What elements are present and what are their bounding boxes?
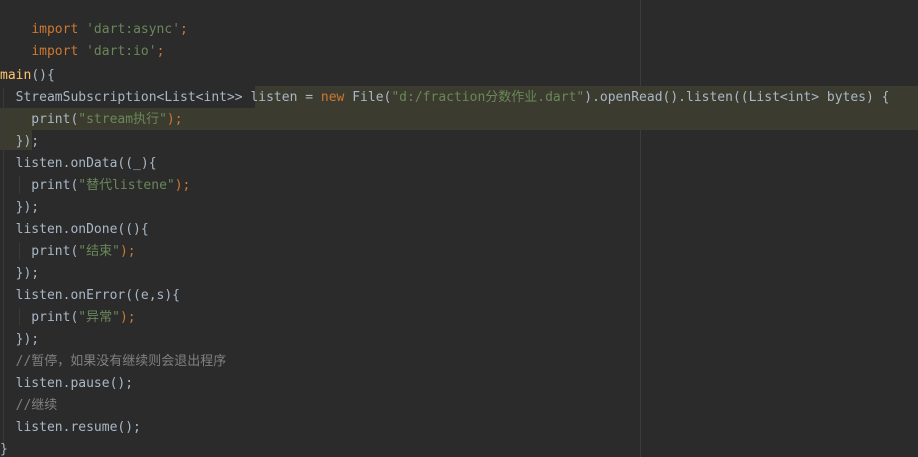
code-text: ); (174, 178, 191, 193)
string-literal: "异常" (78, 310, 120, 325)
code-text: }); (0, 332, 40, 347)
code-line-7[interactable]: }); (0, 132, 40, 154)
code-line-21[interactable]: } (0, 440, 8, 457)
code-line-19[interactable]: //继续 (0, 396, 58, 418)
string-literal: "stream执行" (78, 112, 167, 127)
code-line-2[interactable]: import 'dart:io'; (0, 22, 164, 59)
code-text: print( (0, 310, 79, 325)
function-name: main (0, 68, 32, 83)
keyword: import (31, 44, 79, 59)
code-text: }); (0, 134, 40, 149)
code-text: listen.onDone((){ (0, 222, 149, 237)
code-line-17[interactable]: //暂停，如果没有继续则会退出程序 (0, 352, 227, 374)
code-text: listen.resume(); (0, 420, 141, 435)
code-text: ); (166, 112, 183, 127)
code-text: StreamSubscription<List<int>> listen = (0, 90, 321, 105)
code-text: listen.onError((e,s){ (0, 288, 181, 303)
code-line-9[interactable]: print("替代listene"); (0, 176, 190, 198)
code-line-14[interactable]: listen.onError((e,s){ (0, 286, 180, 308)
code-text: }); (0, 200, 40, 215)
code-line-20[interactable]: listen.resume(); (0, 418, 141, 440)
code-line-6[interactable]: print("stream执行"); (0, 110, 183, 132)
code-line-15[interactable]: print("异常"); (0, 308, 136, 330)
semicolon: ; (156, 44, 165, 59)
code-line-10[interactable]: }); (0, 198, 40, 220)
code-line-5[interactable]: StreamSubscription<List<int>> listen = n… (0, 88, 890, 110)
code-text: ); (119, 310, 136, 325)
comment: //暂停，如果没有继续则会退出程序 (0, 354, 227, 369)
keyword: new (320, 90, 345, 105)
right-margin-guide (640, 0, 641, 457)
code-text: (){ (31, 68, 55, 83)
code-line-8[interactable]: listen.onData((_){ (0, 154, 157, 176)
string-literal: "替代listene" (78, 178, 175, 193)
code-text: }); (0, 266, 40, 281)
code-text: ); (119, 244, 136, 259)
code-text: print( (0, 244, 79, 259)
string-literal: "结束" (78, 244, 120, 259)
code-text: } (0, 442, 8, 457)
semicolon: ; (180, 22, 188, 37)
string-literal: 'dart:io' (86, 44, 157, 59)
code-line-16[interactable]: }); (0, 330, 40, 352)
code-text: listen.pause(); (0, 376, 134, 391)
comment: //继续 (0, 398, 58, 413)
code-line-4[interactable]: main(){ (0, 66, 55, 88)
code-line-1[interactable]: import 'dart:async'; (0, 0, 188, 37)
code-text: print( (0, 178, 79, 193)
code-text: File( (344, 90, 392, 105)
code-line-13[interactable]: }); (0, 264, 40, 286)
code-line-11[interactable]: listen.onDone((){ (0, 220, 149, 242)
code-line-18[interactable]: listen.pause(); (0, 374, 133, 396)
code-editor[interactable]: import 'dart:async'; import 'dart:io'; m… (0, 0, 918, 457)
code-line-12[interactable]: print("结束"); (0, 242, 136, 264)
string-literal: "d:/fraction分数作业.dart" (391, 90, 585, 105)
code-text: listen.onData((_){ (0, 156, 157, 171)
code-text: print( (0, 112, 79, 127)
code-text: ).openRead().listen((List<int> bytes) { (584, 90, 890, 105)
